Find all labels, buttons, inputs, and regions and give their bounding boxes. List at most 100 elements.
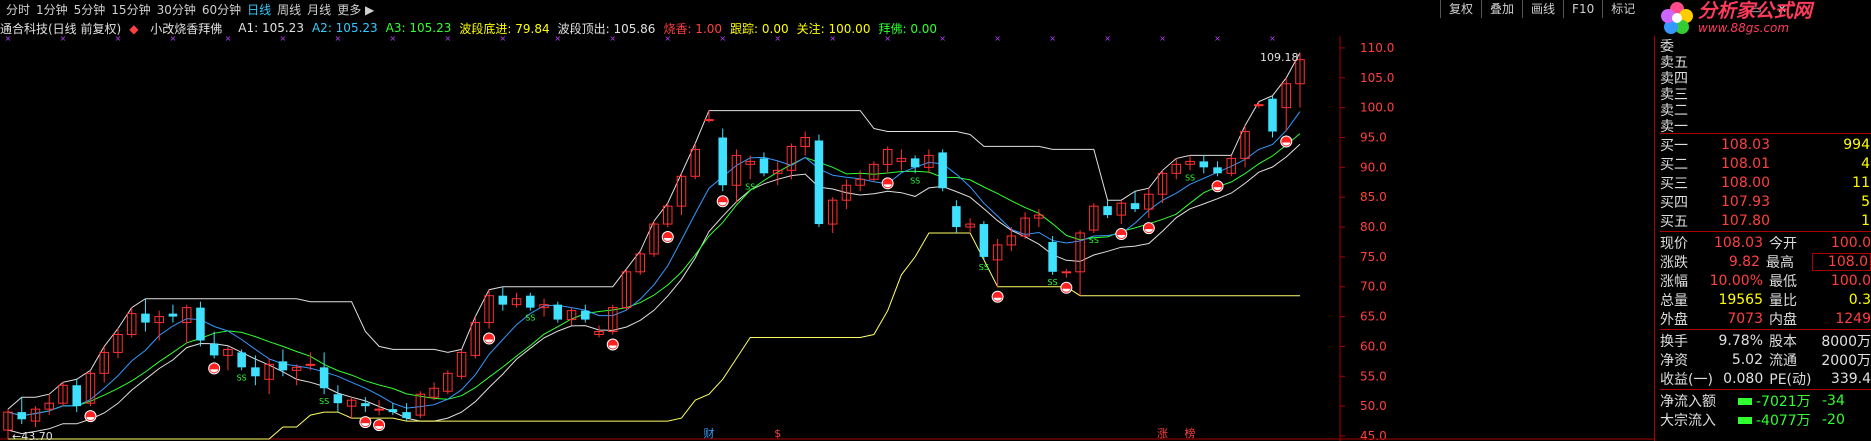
stat-row: 换手 9.78% 股本 8000万 — [1660, 331, 1871, 351]
stat-label: 净资 — [1660, 353, 1688, 369]
candle-down — [1130, 203, 1140, 210]
focus-value: 关注: 100.00 — [796, 21, 871, 36]
logo-url: www.88gs.com — [1698, 21, 1790, 35]
stat-value: 19565 — [1718, 292, 1763, 308]
period-tab[interactable]: 分时 — [6, 1, 30, 18]
candle-down — [1213, 167, 1222, 174]
candle-down — [952, 206, 961, 228]
candle-down — [209, 343, 219, 356]
ss-signal-label: SS — [1185, 173, 1195, 182]
candle-down — [526, 295, 535, 308]
price-tick-label: 50.0 — [1360, 399, 1387, 413]
bottom-marker: $ — [774, 427, 781, 440]
stat-row: 现价 108.03 今开 100.0 — [1660, 233, 1871, 253]
candle-up — [305, 363, 316, 366]
top-marker: × — [664, 36, 671, 43]
order-label: 买四 — [1660, 195, 1688, 211]
low-annotation: ←43.70 — [12, 430, 53, 441]
period-tab[interactable]: 1分钟 — [36, 1, 68, 18]
stat-row: 涨幅 10.00% 最低 100.0 — [1660, 271, 1871, 291]
candle-down — [388, 409, 398, 413]
top-marker: × — [994, 36, 1001, 43]
price-tick-label: 65.0 — [1360, 310, 1387, 324]
period-tab[interactable]: 月线 — [307, 1, 331, 18]
price-tick-label: 95.0 — [1360, 130, 1387, 144]
top-marker: × — [335, 36, 342, 43]
flow-value: -20 — [1822, 412, 1845, 428]
stat-label: 涨幅 — [1660, 274, 1688, 290]
stock-title: 通合科技(日线 前复权) — [0, 21, 122, 36]
candle-down — [17, 412, 27, 420]
stat-row: 涨跌 9.82 最高 108.0 — [1660, 252, 1871, 272]
candle-down — [72, 385, 81, 407]
period-tab[interactable]: 30分钟 — [157, 1, 196, 18]
candle-up — [1254, 104, 1264, 107]
flow-row: 大宗流入 -4077万 -20 — [1660, 410, 1871, 430]
price-tick-label: 85.0 — [1360, 190, 1387, 204]
stat-row: 总量 19565 量比 0.3 — [1660, 290, 1871, 310]
ss-signal-label: SS — [319, 397, 329, 406]
candle-up — [704, 119, 714, 122]
candle-down — [402, 412, 411, 419]
flow-bar — [1738, 397, 1752, 405]
period-more[interactable]: 更多 ▶ — [337, 1, 374, 18]
candle-down — [814, 140, 824, 225]
chart-tools: 复权 叠加 画线 F10 标记 — [1440, 0, 1643, 18]
stat-row: 收益(一) 0.080 PE(动) 339.4 — [1660, 369, 1871, 389]
period-more-label: 更多 — [337, 2, 362, 17]
top-marker: × — [1159, 36, 1166, 43]
candle-down — [759, 158, 769, 174]
stat-value: 2000万 — [1821, 353, 1871, 369]
order-volume: 994 — [1843, 137, 1870, 153]
ss-signal-label: SS — [979, 263, 989, 272]
indicator-bar: 通合科技(日线 前复权) ◆ 小改烧香拜佛 A1: 105.23 A2: 105… — [0, 20, 1660, 36]
ss-signal-label: SS — [745, 182, 755, 191]
tool-button[interactable]: 复权 — [1440, 0, 1481, 18]
divider — [1660, 231, 1871, 232]
candle-down — [979, 224, 989, 257]
shaoxiang-value: 烧香: 1.00 — [663, 21, 723, 36]
candle-down — [938, 152, 947, 189]
stat-value: 10.00% — [1709, 273, 1763, 289]
tool-button[interactable]: F10 — [1563, 0, 1602, 18]
top-marker: × — [5, 36, 12, 43]
tool-button[interactable]: 叠加 — [1481, 0, 1522, 18]
top-marker: × — [1049, 36, 1056, 43]
period-tab[interactable]: 15分钟 — [111, 1, 150, 18]
price-tick-label: 75.0 — [1360, 250, 1387, 264]
stat-label: 总量 — [1660, 293, 1688, 309]
tool-button[interactable]: 标记 — [1602, 0, 1643, 18]
period-tab[interactable]: 周线 — [277, 1, 301, 18]
order-volume: 5 — [1861, 194, 1870, 210]
top-marker: × — [225, 36, 232, 43]
kline-chart[interactable]: 110.0 105.0 100.0 95.0 90.0 85.0 80.0 75.0 70.0 6… — [0, 36, 1654, 441]
stat-value: 0.080 — [1723, 371, 1764, 387]
candle-down — [196, 307, 205, 341]
tool-button[interactable]: 画线 — [1522, 0, 1563, 18]
divider — [1660, 329, 1871, 330]
candle-down — [168, 313, 178, 317]
period-toolbar: 分时 1分钟 5分钟 15分钟 30分钟 60分钟 日线 周线 月线 更多 ▶ — [0, 0, 1660, 18]
top-marker: × — [444, 36, 451, 43]
period-tab-active[interactable]: 日线 — [247, 1, 271, 18]
stat-value: 100.0 — [1830, 235, 1871, 251]
order-label: 买五 — [1660, 214, 1688, 230]
top-marker: × — [939, 36, 946, 43]
period-tab[interactable]: 60分钟 — [202, 1, 241, 18]
order-label: 买二 — [1660, 157, 1688, 173]
stat-row: 外盘 7073 内盘 1249 — [1660, 309, 1871, 329]
flow-row: 净流入额 -7021万 -34 — [1660, 391, 1871, 411]
stat-value: 9.78% — [1718, 333, 1763, 349]
top-marker: × — [499, 36, 506, 43]
top-marker: × — [1269, 36, 1276, 43]
price-tick-label: 80.0 — [1360, 220, 1387, 234]
stat-value: 8000万 — [1821, 334, 1871, 350]
price-tick-label: 55.0 — [1360, 369, 1387, 383]
logo-name: 分析家公式网 — [1698, 0, 1813, 22]
price-tick-label: 60.0 — [1360, 339, 1387, 353]
flow-value: -4077万 — [1756, 413, 1811, 429]
order-price: 108.00 — [1721, 175, 1770, 191]
candle-down — [319, 367, 329, 389]
top-marker: × — [829, 36, 836, 43]
period-tab[interactable]: 5分钟 — [74, 1, 106, 18]
